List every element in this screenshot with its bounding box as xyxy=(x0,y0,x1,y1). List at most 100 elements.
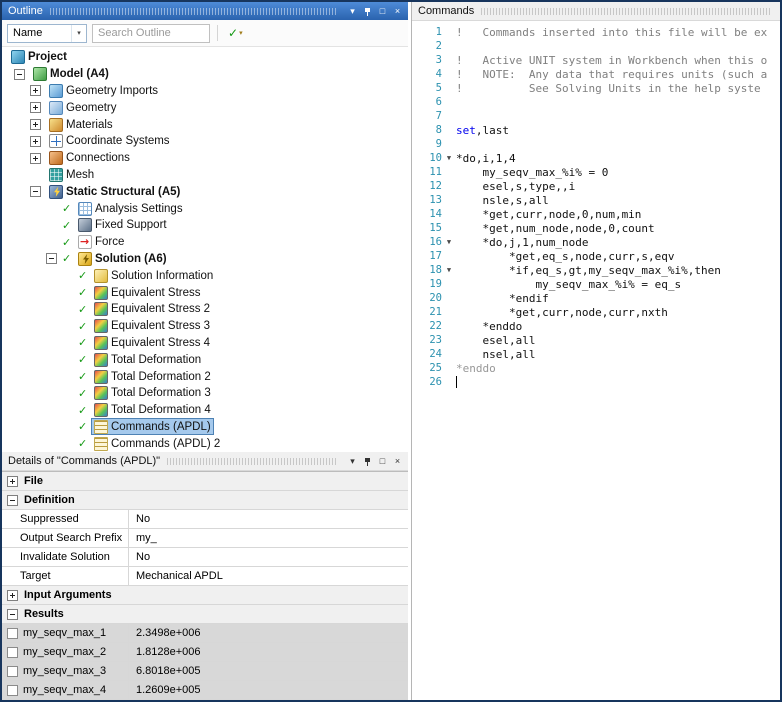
code-line-14[interactable]: 14 *get,curr,node,0,num,min xyxy=(412,207,780,221)
expand-icon[interactable] xyxy=(30,135,41,147)
result-checkbox[interactable] xyxy=(7,646,18,658)
expand-icon[interactable] xyxy=(30,119,41,131)
details-titlebar[interactable]: Details of "Commands (APDL)" ▾ □ × xyxy=(2,452,408,471)
tree-item-force[interactable]: ✓ Force xyxy=(2,234,408,251)
property-value[interactable]: my_ xyxy=(129,529,408,547)
commands-titlebar[interactable]: Commands xyxy=(412,2,780,21)
code-line-26[interactable]: 26 xyxy=(412,375,780,389)
fold-marker-icon[interactable]: ▼ xyxy=(442,238,456,246)
close-icon[interactable]: × xyxy=(390,2,405,20)
property-value[interactable]: No xyxy=(129,548,408,566)
code-line-12[interactable]: 12 esel,s,type,,i xyxy=(412,179,780,193)
close-icon[interactable]: × xyxy=(390,452,405,470)
tree-item-project[interactable]: Project xyxy=(2,49,408,66)
tree-item-solution-a6[interactable]: ✓ Solution (A6) xyxy=(2,251,408,268)
expand-icon[interactable] xyxy=(7,589,18,601)
chevron-down-icon[interactable]: ▾ xyxy=(345,2,360,20)
collapse-icon[interactable] xyxy=(30,186,41,198)
titlebar-grip[interactable] xyxy=(481,7,770,15)
tree-item-total-deformation-4[interactable]: ✓ Total Deformation 4 xyxy=(2,402,408,419)
tree-item-materials[interactable]: Materials xyxy=(2,116,408,133)
code-line-19[interactable]: 19 my_seqv_max_%i% = eq_s xyxy=(412,277,780,291)
pin-icon[interactable] xyxy=(360,452,375,470)
property-label: my_seqv_max_3 xyxy=(2,662,129,680)
result-checkbox[interactable] xyxy=(7,665,18,677)
chevron-down-icon[interactable]: ▾ xyxy=(345,452,360,470)
code-line-6[interactable]: 6 xyxy=(412,95,780,109)
code-line-15[interactable]: 15 *get,num_node,node,0,count xyxy=(412,221,780,235)
code-line-10[interactable]: 10 ▼ *do,i,1,4 xyxy=(412,151,780,165)
tree-item-total-deformation-3[interactable]: ✓ Total Deformation 3 xyxy=(2,385,408,402)
expand-icon[interactable] xyxy=(30,152,41,164)
code-text: *get,num_node,node,0,count xyxy=(456,221,655,235)
code-line-3[interactable]: 3 ! Active UNIT system in Workbench when … xyxy=(412,53,780,67)
property-value[interactable]: Mechanical APDL xyxy=(129,567,408,585)
details-category-definition[interactable]: Definition xyxy=(2,491,408,510)
code-line-13[interactable]: 13 nsle,s,all xyxy=(412,193,780,207)
code-line-17[interactable]: 17 *get,eq_s,node,curr,s,eqv xyxy=(412,249,780,263)
expand-icon[interactable] xyxy=(30,85,41,97)
name-filter-dropdown[interactable]: Name ▾ xyxy=(7,23,87,43)
outline-titlebar[interactable]: Outline ▾ □ × xyxy=(2,2,408,20)
code-line-2[interactable]: 2 xyxy=(412,39,780,53)
tree-item-equivalent-stress-2[interactable]: ✓ Equivalent Stress 2 xyxy=(2,301,408,318)
titlebar-grip[interactable] xyxy=(49,7,338,15)
code-line-5[interactable]: 5 ! See Solving Units in the help syste xyxy=(412,81,780,95)
code-line-22[interactable]: 22 *enddo xyxy=(412,319,780,333)
expand-icon[interactable] xyxy=(30,102,41,114)
property-value[interactable]: No xyxy=(129,510,408,528)
tree-item-equivalent-stress-3[interactable]: ✓ Equivalent Stress 3 xyxy=(2,318,408,335)
maximize-icon[interactable]: □ xyxy=(375,2,390,20)
collapse-icon[interactable] xyxy=(7,608,18,620)
details-category-input-arguments[interactable]: Input Arguments xyxy=(2,586,408,605)
code-line-1[interactable]: 1 ! Commands inserted into this file will… xyxy=(412,25,780,39)
result-checkbox[interactable] xyxy=(7,684,18,696)
collapse-icon[interactable] xyxy=(14,68,25,80)
code-line-18[interactable]: 18 ▼ *if,eq_s,gt,my_seqv_max_%i%,then xyxy=(412,263,780,277)
code-line-20[interactable]: 20 *endif xyxy=(412,291,780,305)
details-category-file[interactable]: File xyxy=(2,472,408,491)
tree-item-equivalent-stress-4[interactable]: ✓ Equivalent Stress 4 xyxy=(2,335,408,352)
tree-item-coordinate-systems[interactable]: Coordinate Systems xyxy=(2,133,408,150)
code-line-8[interactable]: 8 set,last xyxy=(412,123,780,137)
scope-filter-button[interactable]: ✓ ▾ xyxy=(225,25,246,41)
tree-item-total-deformation-2[interactable]: ✓ Total Deformation 2 xyxy=(2,368,408,385)
commands-code[interactable]: 1 ! Commands inserted into this file will… xyxy=(412,21,780,700)
maximize-icon[interactable]: □ xyxy=(375,452,390,470)
tree-item-total-deformation[interactable]: ✓ Total Deformation xyxy=(2,351,408,368)
search-outline-input[interactable] xyxy=(92,23,210,43)
code-line-9[interactable]: 9 xyxy=(412,137,780,151)
code-line-25[interactable]: 25 *enddo xyxy=(412,361,780,375)
collapse-icon[interactable] xyxy=(46,253,57,265)
tree-item-mesh[interactable]: Mesh xyxy=(2,167,408,184)
pin-icon[interactable] xyxy=(360,2,375,20)
tree-item-geometry[interactable]: Geometry xyxy=(2,99,408,116)
code-line-16[interactable]: 16 ▼ *do,j,1,num_node xyxy=(412,235,780,249)
code-line-4[interactable]: 4 ! NOTE: Any data that requires units (s… xyxy=(412,67,780,81)
tree-item-solution-information[interactable]: ✓ Solution Information xyxy=(2,267,408,284)
tree-item-body: Static Structural (A5) xyxy=(46,183,183,200)
code-line-23[interactable]: 23 esel,all xyxy=(412,333,780,347)
tree-item-connections[interactable]: Connections xyxy=(2,150,408,167)
tree-item-analysis-settings[interactable]: ✓ Analysis Settings xyxy=(2,200,408,217)
tree-item-commands-apdl-2[interactable]: ✓ Commands (APDL) 2 xyxy=(2,435,408,452)
fold-marker-icon[interactable]: ▼ xyxy=(442,154,456,162)
tree-item-model-a4[interactable]: Model (A4) xyxy=(2,66,408,83)
tree-item-static-structural-a5[interactable]: Static Structural (A5) xyxy=(2,183,408,200)
details-category-results[interactable]: Results xyxy=(2,605,408,624)
check-icon: ✓ xyxy=(78,336,88,350)
fold-marker-icon[interactable]: ▼ xyxy=(442,266,456,274)
code-line-21[interactable]: 21 *get,curr,node,curr,nxth xyxy=(412,305,780,319)
code-line-11[interactable]: 11 my_seqv_max_%i% = 0 xyxy=(412,165,780,179)
collapse-icon[interactable] xyxy=(7,494,18,506)
result-icon xyxy=(94,403,108,418)
expand-icon[interactable] xyxy=(7,475,18,487)
tree-item-geometry-imports[interactable]: Geometry Imports xyxy=(2,83,408,100)
result-checkbox[interactable] xyxy=(7,627,18,639)
code-line-7[interactable]: 7 xyxy=(412,109,780,123)
tree-item-equivalent-stress[interactable]: ✓ Equivalent Stress xyxy=(2,284,408,301)
tree-item-commands-apdl[interactable]: ✓ Commands (APDL) xyxy=(2,418,408,436)
tree-item-fixed-support[interactable]: ✓ Fixed Support xyxy=(2,217,408,234)
code-line-24[interactable]: 24 nsel,all xyxy=(412,347,780,361)
titlebar-grip[interactable] xyxy=(167,457,338,465)
